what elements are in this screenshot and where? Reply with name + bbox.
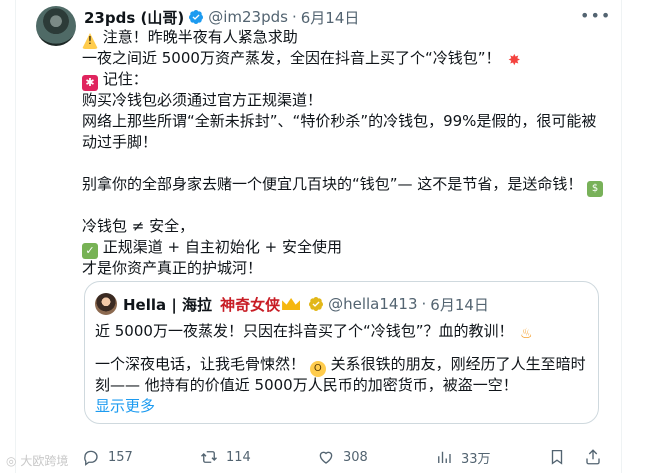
quote-badge-text: 神奇女侠 — [220, 295, 281, 314]
quote-date[interactable]: 6月14日 — [430, 294, 489, 315]
author-avatar[interactable] — [36, 6, 76, 46]
quote-header-separator: · — [421, 295, 427, 313]
watermark: ◎ 大欧跨境 — [6, 452, 68, 469]
post-line: ✓ 正规渠道 + 自主初始化 + 安全使用 — [82, 237, 612, 259]
post-line: ✱ 记住： — [82, 69, 612, 91]
money-emoji-icon: $ — [587, 181, 604, 197]
bookmark-button[interactable] — [548, 446, 574, 468]
post-line-text: 才是你资产真正的护城河！ — [82, 259, 263, 277]
post-line: ! 注意！昨晚半夜有人紧急求助 — [82, 27, 612, 49]
post-line-text: 一夜之间近 5000万资产蒸发，全因在抖音上买了个“冷钱包”！ — [82, 49, 501, 67]
bookmark-icon — [551, 449, 563, 465]
post-date[interactable]: 6月14日 — [301, 7, 360, 28]
quote-line: 刻—— 他持有的价值近 5000万人民币的加密货币，被盗一空！ — [95, 375, 590, 396]
post-line-text: 动过手脚！ — [82, 133, 158, 151]
action-bar: 157 114 308 33万 — [82, 446, 612, 468]
post-line: 别拿你的全部身家去赌一个便宜几百块的“钱包”— 这不是节省，是送命钱！ $ — [82, 174, 612, 197]
views-chart-icon — [438, 451, 451, 463]
share-icon — [586, 449, 600, 465]
reply-count: 157 — [108, 449, 133, 465]
post-header: 23pds (山哥) @im23pds · 6月14日 — [84, 7, 359, 27]
post-line-text: 记住： — [102, 70, 148, 88]
post-line-text: 别拿你的全部身家去赌一个便宜几百块的“钱包”— 这不是节省，是送命钱！ — [82, 175, 583, 193]
post-line: 冷钱包 ≠ 安全， — [82, 216, 612, 237]
quote-body: 近 5000万一夜蒸发！只因在抖音买了个“冷钱包”？血的教训！ ♨ 一个深夜电话… — [95, 321, 590, 417]
reply-button[interactable]: 157 — [82, 446, 133, 468]
post-line: 才是你资产真正的护城河！ — [82, 258, 612, 279]
post-line: 一夜之间近 5000万资产蒸发，全因在抖音上买了个“冷钱包”！ ✸ — [82, 48, 612, 69]
siren-emoji-icon: ✱ — [82, 75, 98, 91]
quote-line-text: 一个深夜电话，让我毛骨悚然！ — [95, 355, 306, 373]
quote-author-name[interactable]: Hella | 海拉 — [123, 294, 212, 315]
quote-author-handle[interactable]: @hella1413 — [328, 295, 417, 313]
repost-icon — [201, 451, 217, 463]
share-button[interactable] — [584, 446, 610, 468]
fire-emoji-icon: ♨ — [520, 326, 533, 342]
views-count: 33万 — [461, 451, 491, 467]
check-mark-emoji-icon: ✓ — [82, 243, 98, 259]
repost-count: 114 — [226, 449, 251, 465]
quote-line-text: 关系很铁的朋友，刚经历了人生至暗时 — [330, 355, 586, 373]
like-button[interactable]: 308 — [317, 446, 368, 468]
post-line: 网络上那些所谓“全新未拆封”、“特价秒杀”的冷钱包，99%是假的，很可能被 — [82, 111, 612, 132]
post-line-text: 冷钱包 ≠ 安全， — [82, 217, 195, 235]
timeline-left-border — [15, 0, 16, 473]
post-line: 购买冷钱包必须通过官方正规渠道！ — [82, 90, 612, 111]
views-button[interactable]: 33万 — [435, 446, 491, 468]
post-body: ! 注意！昨晚半夜有人紧急求助 一夜之间近 5000万资产蒸发，全因在抖音上买了… — [82, 27, 612, 279]
more-options-icon[interactable]: ••• — [580, 6, 610, 26]
show-more-link[interactable]: 显示更多 — [95, 396, 590, 417]
quote-author-avatar[interactable] — [95, 293, 117, 315]
post-line-text: 网络上那些所谓“全新未拆封”、“特价秒杀”的冷钱包，99%是假的，很可能被 — [82, 112, 597, 130]
post-line: 动过手脚！ — [82, 132, 612, 153]
quote-line-text: 近 5000万一夜蒸发！只因在抖音买了个“冷钱包”？血的教训！ — [95, 322, 514, 340]
crown-icon — [282, 298, 301, 310]
reply-icon — [84, 450, 98, 466]
author-handle[interactable]: @im23pds — [208, 8, 288, 26]
quote-line-text: 刻—— 他持有的价值近 5000万人民币的加密货币，被盗一空！ — [95, 376, 518, 394]
verified-badge-icon — [189, 10, 204, 24]
warning-emoji-icon: ! — [82, 33, 98, 49]
post-line-text: 正规渠道 + 自主初始化 + 安全使用 — [102, 238, 342, 256]
heart-icon — [319, 451, 333, 464]
like-count: 308 — [343, 449, 368, 465]
watermark-text: 大欧跨境 — [20, 454, 69, 468]
quote-line: 近 5000万一夜蒸发！只因在抖音买了个“冷钱包”？血的教训！ ♨ — [95, 321, 590, 342]
header-separator: · — [291, 8, 297, 26]
watermark-logo-icon: ◎ — [6, 454, 17, 468]
repost-button[interactable]: 114 — [200, 446, 251, 468]
timeline-right-border — [621, 0, 622, 473]
quote-header: Hella | 海拉 神奇女侠 @hella1413 · 6月14日 — [95, 292, 489, 316]
gold-verified-badge-icon — [309, 297, 324, 311]
explosion-emoji-icon: ✸ — [507, 51, 521, 69]
author-name[interactable]: 23pds (山哥) — [84, 7, 184, 28]
post-line-text: 购买冷钱包必须通过官方正规渠道！ — [82, 91, 323, 109]
post-line-text: 注意！昨晚半夜有人紧急求助 — [102, 28, 298, 46]
quoted-post[interactable]: Hella | 海拉 神奇女侠 @hella1413 · 6月14日 近 500… — [84, 281, 599, 424]
quote-line: 一个深夜电话，让我毛骨悚然！ O 关系很铁的朋友，刚经历了人生至暗时 — [95, 354, 590, 377]
